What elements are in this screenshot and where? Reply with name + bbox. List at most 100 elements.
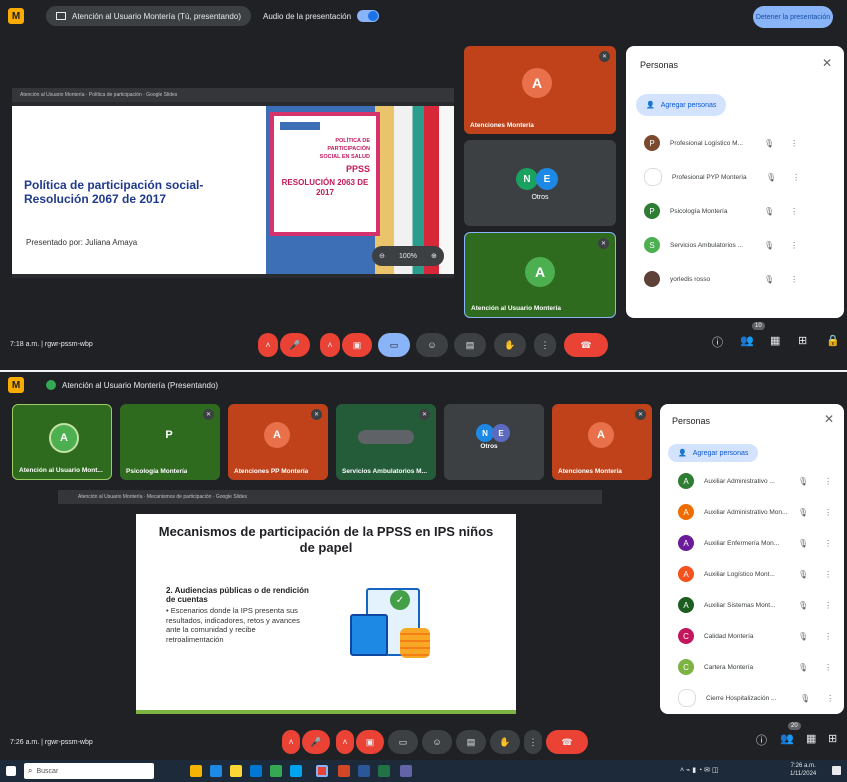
participant-row[interactable]: Cierre Hospitalización ... 🎙 ⋮	[660, 687, 844, 709]
app-icon[interactable]	[190, 765, 202, 777]
raise-hand-button[interactable]: ✋	[490, 730, 520, 754]
mic-toggle-button[interactable]: 🎤	[280, 333, 310, 357]
people-icon[interactable]: 👥	[740, 334, 754, 347]
participant-row[interactable]: A Auxiliar Enfermería Mon... 🎙 ⋮	[660, 532, 844, 554]
app-icon[interactable]	[230, 765, 242, 777]
close-icon[interactable]: ✕	[822, 56, 832, 70]
participant-tile[interactable]: P ✕ Psicología Montería	[120, 404, 220, 480]
mic-off-icon[interactable]: 🎙	[798, 570, 808, 579]
emoji-button[interactable]: ☺	[422, 730, 452, 754]
participant-row[interactable]: yorledis rosso 🎙 ⋮	[626, 268, 844, 290]
app-icon[interactable]	[378, 765, 390, 777]
more-vert-icon[interactable]: ⋮	[826, 694, 834, 703]
more-vert-icon[interactable]: ⋮	[824, 601, 832, 610]
more-vert-icon[interactable]: ⋮	[824, 508, 832, 517]
mic-off-icon[interactable]: 🎙	[798, 477, 808, 486]
app-icon[interactable]	[270, 765, 282, 777]
raise-hand-button[interactable]: ✋	[494, 333, 526, 357]
mic-off-icon[interactable]: 🎙	[764, 139, 774, 148]
camera-toggle-button[interactable]: ▣	[342, 333, 372, 357]
more-vert-icon[interactable]: ⋮	[824, 663, 832, 672]
emoji-button[interactable]: ☺	[416, 333, 448, 357]
mic-off-icon[interactable]: 🎙	[798, 663, 808, 672]
close-icon[interactable]: ✕	[824, 412, 834, 426]
participant-row[interactable]: P Psicología Montería 🎙 ⋮	[626, 200, 844, 222]
participant-row[interactable]: C Cartera Montería 🎙 ⋮	[660, 656, 844, 678]
more-vert-icon[interactable]: ⋮	[790, 275, 798, 284]
zoom-in-icon[interactable]: ⊕	[431, 252, 437, 260]
participant-row[interactable]: A Auxiliar Logístico Mont... 🎙 ⋮	[660, 563, 844, 585]
activities-icon[interactable]: ⊞	[798, 334, 807, 347]
chat-icon[interactable]: ▦	[770, 334, 780, 347]
captions-button[interactable]: ▤	[456, 730, 486, 754]
presenting-pill[interactable]: Atención al Usuario Montería (Presentand…	[46, 375, 218, 395]
participant-row[interactable]: A Auxiliar Administrativo Mon... 🎙 ⋮	[660, 501, 844, 523]
mic-off-icon[interactable]: 🎙	[798, 632, 808, 641]
present-button[interactable]: ▭	[388, 730, 418, 754]
mic-off-icon[interactable]: 🎙	[764, 275, 774, 284]
lock-icon[interactable]: 🔒	[826, 334, 840, 347]
app-icon[interactable]	[358, 765, 370, 777]
app-icon[interactable]	[400, 765, 412, 777]
chat-icon[interactable]: ▦	[806, 732, 816, 745]
mic-options-button[interactable]: ˄	[258, 333, 278, 357]
more-options-button[interactable]: ⋮	[534, 333, 556, 357]
participant-tile[interactable]: N E Otros	[464, 140, 616, 226]
leave-call-button[interactable]: ☎	[564, 333, 608, 357]
presenting-pill[interactable]: Atención al Usuario Montería (Tú, presen…	[46, 6, 251, 26]
mic-options-button[interactable]: ˄	[282, 730, 300, 754]
more-vert-icon[interactable]: ⋮	[792, 173, 800, 182]
mic-off-icon[interactable]: 🎙	[766, 173, 776, 182]
participant-tile[interactable]: A ✕ Atención al Usuario Montería	[464, 232, 616, 318]
participant-tile[interactable]: A ✕ Atenciones PP Montería	[228, 404, 328, 480]
more-vert-icon[interactable]: ⋮	[824, 539, 832, 548]
mic-off-icon[interactable]: 🎙	[764, 207, 774, 216]
app-icon[interactable]	[290, 765, 302, 777]
zoom-pill[interactable]: ⊖ 100% ⊕	[372, 246, 444, 266]
activities-icon[interactable]: ⊞	[828, 732, 837, 745]
windows-start-icon[interactable]	[6, 766, 16, 776]
app-icon[interactable]	[250, 765, 262, 777]
camera-options-button[interactable]: ˄	[320, 333, 340, 357]
mic-off-icon[interactable]: 🎙	[800, 694, 810, 703]
info-icon[interactable]: ⓘ	[756, 732, 767, 748]
zoom-out-icon[interactable]: ⊖	[379, 252, 385, 260]
participant-row[interactable]: A Auxiliar Administrativo ... 🎙 ⋮	[660, 470, 844, 492]
camera-options-button[interactable]: ˄	[336, 730, 354, 754]
participant-row[interactable]: A Auxiliar Sistemas Mont... 🎙 ⋮	[660, 594, 844, 616]
more-vert-icon[interactable]: ⋮	[790, 139, 798, 148]
present-button[interactable]: ▭	[378, 333, 410, 357]
taskbar-search-box[interactable]: ⌕ Buscar	[24, 763, 154, 779]
add-people-button[interactable]: 👤 Agregar personas	[668, 444, 759, 462]
more-vert-icon[interactable]: ⋮	[824, 632, 832, 641]
add-people-button[interactable]: 👤 Agregar personas	[636, 94, 727, 116]
more-vert-icon[interactable]: ⋮	[790, 241, 798, 250]
mic-off-icon[interactable]: 🎙	[764, 241, 774, 250]
more-vert-icon[interactable]: ⋮	[824, 570, 832, 579]
more-options-button[interactable]: ⋮	[524, 730, 542, 754]
camera-toggle-button[interactable]: ▣	[356, 730, 384, 754]
leave-call-button[interactable]: ☎	[546, 730, 588, 754]
participant-tile[interactable]: A Atención al Usuario Mont...	[12, 404, 112, 480]
app-icon[interactable]	[316, 765, 328, 777]
app-icon[interactable]	[338, 765, 350, 777]
participant-tile[interactable]: A ✕ Atenciones Montería	[552, 404, 652, 480]
app-icon[interactable]	[210, 765, 222, 777]
participant-row[interactable]: P Profesional Logístico M... 🎙 ⋮	[626, 132, 844, 154]
mic-off-icon[interactable]: 🎙	[798, 539, 808, 548]
participant-tile[interactable]: ✕ Servicios Ambulatorios M...	[336, 404, 436, 480]
more-vert-icon[interactable]: ⋮	[790, 207, 798, 216]
participant-tile[interactable]: N E Otros	[444, 404, 544, 480]
mic-toggle-button[interactable]: 🎤	[302, 730, 330, 754]
captions-button[interactable]: ▤	[454, 333, 486, 357]
taskbar-clock[interactable]: 7:26 a.m. 1/11/2024	[790, 762, 816, 778]
audio-toggle[interactable]	[357, 10, 380, 22]
tile-controls[interactable]	[358, 430, 414, 444]
mic-off-icon[interactable]: 🎙	[798, 508, 808, 517]
participant-tile[interactable]: A ✕ Atenciones Montería	[464, 46, 616, 134]
mic-off-icon[interactable]: 🎙	[798, 601, 808, 610]
participant-row[interactable]: Profesional PYP Montería 🎙 ⋮	[626, 166, 844, 188]
people-icon[interactable]: 👥	[780, 732, 794, 745]
more-vert-icon[interactable]: ⋮	[824, 477, 832, 486]
participant-row[interactable]: S Servicios Ambulatorios ... 🎙 ⋮	[626, 234, 844, 256]
